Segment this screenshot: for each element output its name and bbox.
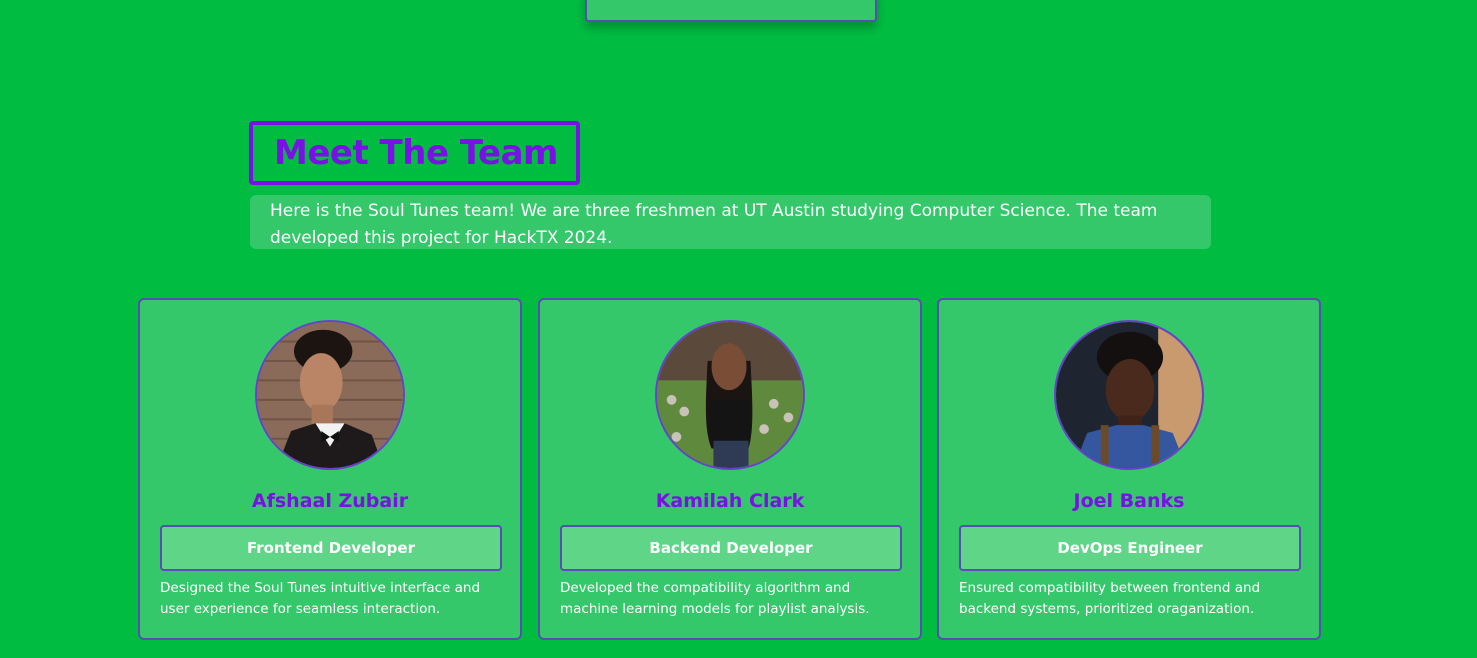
member-description: Developed the compatibility algorithm an… [560,580,870,617]
avatar-photo [257,322,403,468]
member-description: Ensured compatibility between frontend a… [959,580,1261,617]
avatar [255,320,405,470]
role-badge: DevOps Engineer [959,525,1301,571]
role-badge: Backend Developer [560,525,902,571]
team-member-card: Joel Banks DevOps Engineer Ensured compa… [937,298,1321,640]
previous-section-card [585,0,877,22]
avatar-photo [1056,322,1202,468]
role-badge: Frontend Developer [160,525,502,571]
member-description: Designed the Soul Tunes intuitive interf… [160,580,481,617]
section-title-frame: Meet The Team [249,121,580,185]
member-name: Kamilah Clark [655,490,805,512]
section-title: Meet The Team [274,133,558,173]
team-member-card: Afshaal Zubair Frontend Developer Design… [138,298,522,640]
team-member-card: Kamilah Clark Backend Developer Develope… [538,298,922,640]
member-name: Joel Banks [1073,490,1185,512]
team-intro: Here is the Soul Tunes team! We are thre… [250,195,1211,249]
avatar [1054,320,1204,470]
member-name: Afshaal Zubair [251,490,409,512]
avatar [655,320,805,470]
avatar-photo [657,322,803,468]
